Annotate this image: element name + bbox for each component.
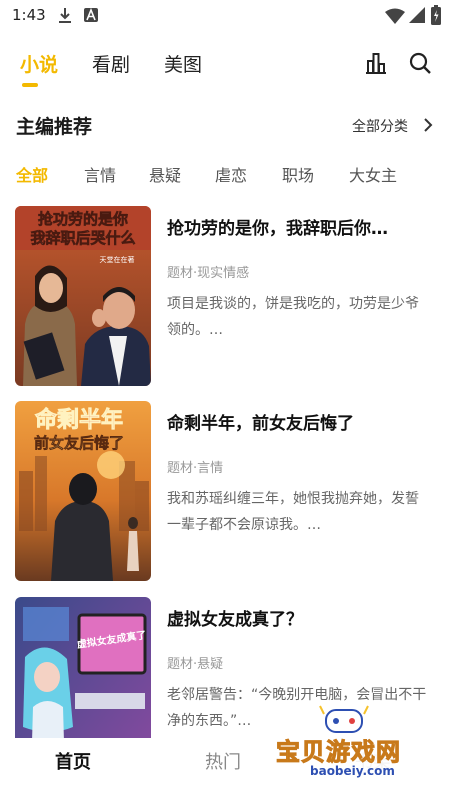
book-title[interactable]: 抢功劳的是你，我辞职后你… (167, 214, 435, 239)
battery-icon (431, 5, 441, 25)
cover-title-line1: 命剩半年 (35, 407, 123, 433)
book-genre-tag: 题材·言情 (167, 461, 224, 476)
book-genre-tag: 题材·悬疑 (167, 657, 224, 672)
book-description: 我和苏瑶纠缠三年，她恨我抛弃她，发誓一辈子都不会原谅我。… (167, 491, 419, 533)
watermark-url: baobeiy.com (310, 764, 395, 778)
cover-title-line2: 前女友后悔了 (34, 434, 124, 452)
all-categories-link[interactable]: 全部分类 (352, 116, 408, 136)
cover-title-line2: 我辞职后哭什么 (30, 229, 135, 247)
book-description: 项目是我谈的，饼是我吃的，功劳是少爷领的。… (167, 296, 419, 338)
nav-hot[interactable]: 热门 (205, 748, 241, 774)
book-title[interactable]: 虚拟女友成真了？ (167, 605, 435, 630)
genre-filter-romance[interactable]: 言情 (84, 162, 116, 186)
cover-title-line1: 抢功劳的是你 (38, 210, 128, 228)
cover-author: 天堂在在著 (100, 255, 135, 264)
search-icon[interactable] (408, 51, 432, 75)
watermark-text: 宝贝游戏网 (276, 738, 401, 767)
wifi-icon (385, 8, 405, 24)
app-notification-icon (84, 7, 98, 22)
genre-filter-heroine[interactable]: 大女主 (349, 162, 397, 186)
nav-home[interactable]: 首页 (55, 748, 91, 774)
tab-drama[interactable]: 看剧 (92, 50, 130, 77)
watermark: 宝贝游戏网 baobeiy.com (270, 702, 430, 794)
genre-filter-suspense[interactable]: 悬疑 (149, 162, 181, 186)
section-title: 主编推荐 (16, 116, 93, 138)
signal-icon (409, 7, 425, 23)
book-list-item[interactable]: 命剩半年 前女友后悔了 命剩半年，前女友后悔了 题材·言情 我和苏瑶纠缠三年，她… (15, 401, 435, 581)
genre-filter-all[interactable]: 全部 (16, 162, 48, 186)
book-list-item[interactable]: 抢功劳的是你 我辞职后哭什么 天堂在在著 抢功劳的是你，我辞职后你… 题材·现实… (15, 206, 435, 386)
book-cover[interactable]: 抢功劳的是你 我辞职后哭什么 天堂在在著 (15, 206, 151, 386)
active-tab-indicator (22, 83, 38, 87)
book-title[interactable]: 命剩半年，前女友后悔了 (167, 409, 435, 434)
ranking-chart-icon[interactable] (364, 51, 388, 75)
status-bar: 1:43 (0, 0, 450, 32)
tab-pictures[interactable]: 美图 (164, 50, 202, 77)
book-genre-tag: 题材·现实情感 (167, 266, 250, 281)
download-icon (59, 8, 71, 23)
chevron-right-icon[interactable] (422, 117, 434, 133)
genre-filter-workplace[interactable]: 职场 (282, 162, 314, 186)
tab-novel[interactable]: 小说 (20, 50, 58, 77)
status-time: 1:43 (12, 6, 46, 24)
book-cover[interactable]: 命剩半年 前女友后悔了 (15, 401, 151, 581)
genre-filter-angst[interactable]: 虐恋 (215, 162, 247, 186)
